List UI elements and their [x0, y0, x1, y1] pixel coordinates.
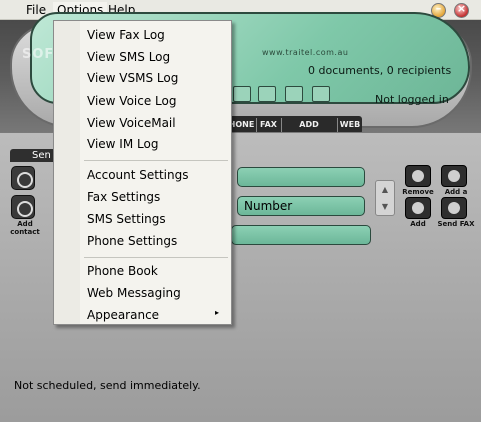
menu-separator	[84, 257, 228, 258]
close-button[interactable]: ×	[454, 2, 469, 18]
phone-tab[interactable]: HONE	[228, 118, 255, 132]
add-user-icon	[412, 202, 424, 214]
add-label: Add	[410, 220, 426, 228]
menu-appearance[interactable]: Appearance	[87, 306, 159, 324]
add-credit-tab[interactable]: ADD CREDIT	[281, 118, 336, 143]
back-button[interactable]	[11, 166, 35, 190]
add-contact-label: Add contact	[10, 220, 40, 236]
number-field[interactable]: Number	[237, 196, 365, 216]
add-page-icon	[448, 170, 460, 182]
menu-phone-settings[interactable]: Phone Settings	[87, 232, 177, 250]
menu-fax-settings[interactable]: Fax Settings	[87, 188, 160, 206]
document-count: 0 documents, 0 recipients	[308, 64, 452, 77]
options-menu: View Fax Log View SMS Log View VSMS Log …	[53, 20, 232, 325]
menu-web-messaging[interactable]: Web Messaging	[87, 284, 181, 302]
send-fax-label: Send FAX	[437, 220, 475, 228]
add-page-button[interactable]	[441, 165, 467, 187]
recipient-field[interactable]	[237, 167, 365, 187]
website-text: www.traitel.com.au	[262, 48, 349, 57]
menu-view-vsms-log[interactable]: View VSMS Log	[87, 69, 178, 87]
phone-icon	[233, 86, 251, 102]
menu-view-fax-log[interactable]: View Fax Log	[87, 26, 165, 44]
menu-view-voicemail[interactable]: View VoiceMail	[87, 114, 176, 132]
remove-label: Remove	[402, 188, 434, 196]
message-field[interactable]	[231, 225, 371, 245]
list-spinner[interactable]: ▲ ▼	[375, 180, 395, 216]
menu-view-sms-log[interactable]: View SMS Log	[87, 48, 170, 66]
menu-view-im-log[interactable]: View IM Log	[87, 135, 158, 153]
number-field-label: Number	[244, 199, 293, 213]
fax-icon	[258, 86, 276, 102]
send-fax-icon	[448, 202, 460, 214]
schedule-status: Not scheduled, send immediately.	[14, 379, 201, 392]
add-button[interactable]	[405, 197, 431, 219]
signal-icon	[285, 86, 303, 102]
spin-down-icon[interactable]: ▼	[376, 198, 394, 215]
send-fax-button[interactable]	[441, 197, 467, 219]
menu-account-settings[interactable]: Account Settings	[87, 166, 188, 184]
menu-phone-book[interactable]: Phone Book	[87, 262, 158, 280]
menu-sms-settings[interactable]: SMS Settings	[87, 210, 166, 228]
minimize-icon: –	[435, 2, 442, 15]
close-icon: ×	[456, 2, 467, 15]
web-tab[interactable]: WEB	[337, 118, 362, 132]
remove-user-icon	[412, 170, 424, 182]
fax-tab[interactable]: FAX	[256, 118, 280, 132]
spin-up-icon[interactable]: ▲	[376, 181, 394, 198]
remove-button[interactable]	[405, 165, 431, 187]
menu-separator	[84, 160, 228, 161]
submenu-arrow-icon: ▸	[215, 308, 220, 317]
add-contact-button[interactable]	[11, 195, 35, 219]
menu-view-voice-log[interactable]: View Voice Log	[87, 92, 176, 110]
menu-icon-strip	[54, 21, 80, 324]
login-status: Not logged in	[375, 93, 449, 106]
network-icon	[312, 86, 330, 102]
